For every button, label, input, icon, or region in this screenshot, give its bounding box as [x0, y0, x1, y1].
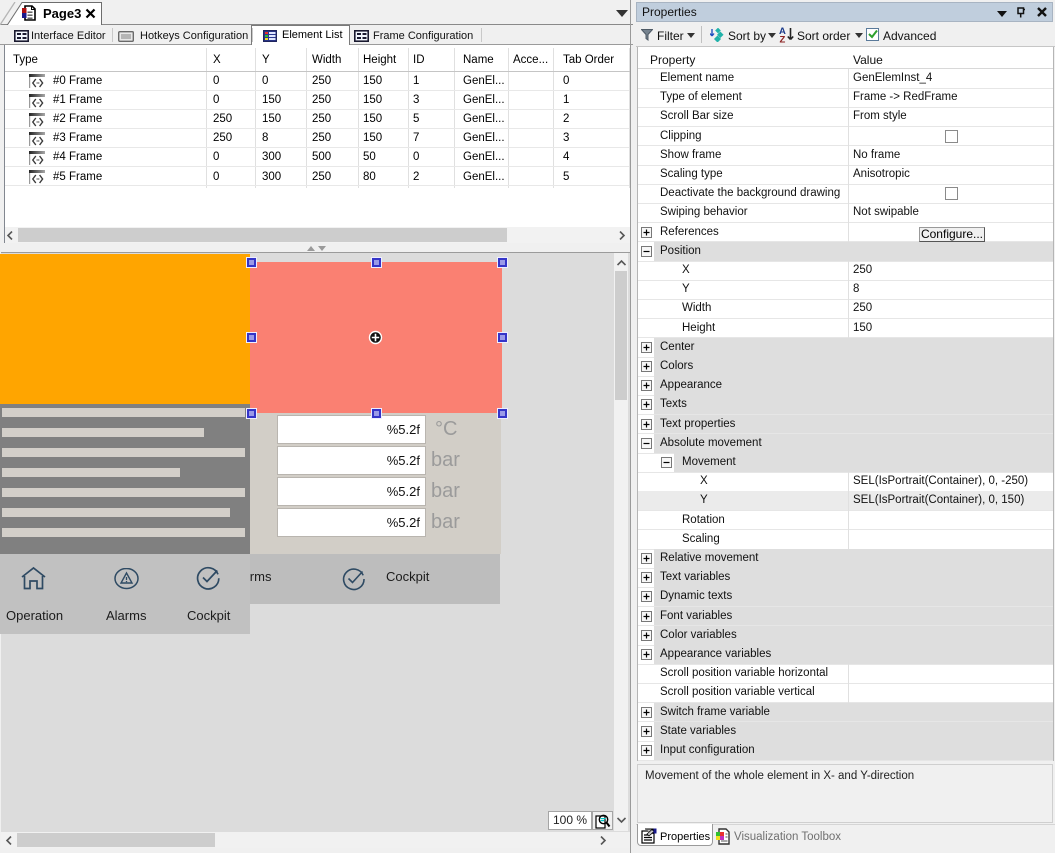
svg-text:Z: Z	[780, 35, 786, 44]
